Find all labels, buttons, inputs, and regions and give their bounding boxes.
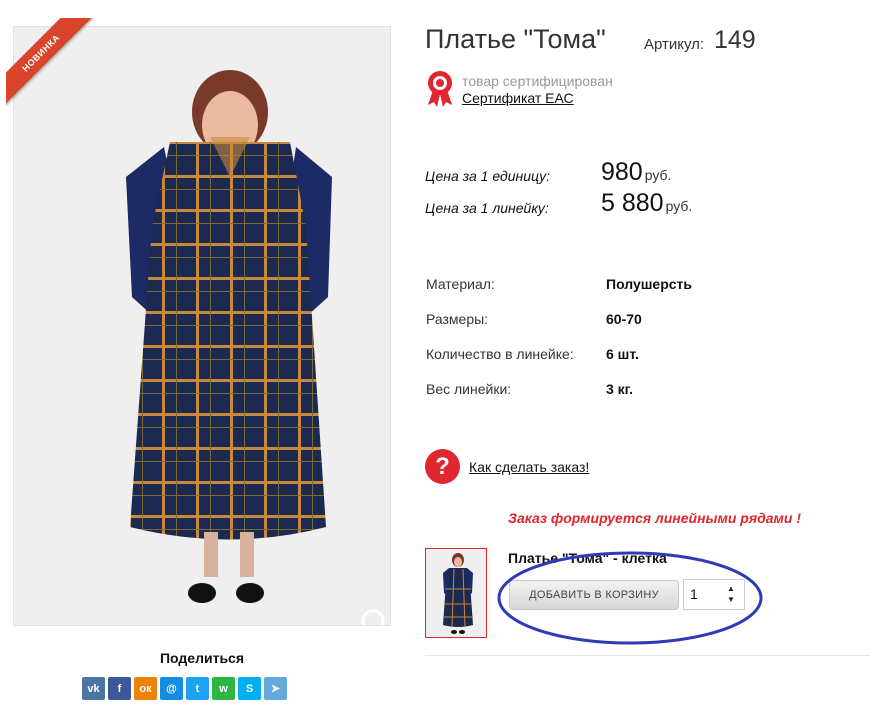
whatsapp-share-icon[interactable]: w xyxy=(212,677,235,700)
unit-price-label: Цена за 1 единицу: xyxy=(425,168,551,184)
unit-price-currency: руб. xyxy=(644,167,672,183)
line-price-amount: 5 880 xyxy=(601,189,664,217)
variant-thumbnail[interactable] xyxy=(425,548,487,638)
vk-share-icon[interactable]: vk xyxy=(82,677,105,700)
unit-price-value: 980 руб. xyxy=(601,158,671,187)
highlight-circle-annotation xyxy=(497,551,763,645)
new-badge-label: НОВИНКА xyxy=(6,18,94,106)
spec-label-sizes: Размеры: xyxy=(426,311,489,327)
spec-label-quantity: Количество в линейке: xyxy=(426,346,574,362)
spec-value-quantity: 6 шт. xyxy=(606,346,639,362)
certificate-ribbon-icon xyxy=(428,71,452,107)
odnoklassniki-share-icon[interactable]: ок xyxy=(134,677,157,700)
new-badge: НОВИНКА xyxy=(6,18,94,106)
facebook-share-icon[interactable]: f xyxy=(108,677,131,700)
line-price-label: Цена за 1 линейку: xyxy=(425,200,549,216)
certificate-link[interactable]: Сертификат ЕАС xyxy=(462,90,574,106)
share-buttons: vk f ок @ t w S ➤ xyxy=(82,677,287,700)
line-price-currency: руб. xyxy=(665,198,693,214)
section-divider xyxy=(425,655,870,656)
article-label: Артикул: xyxy=(644,36,705,53)
share-label: Поделиться xyxy=(159,650,245,666)
zoom-icon[interactable] xyxy=(359,607,391,626)
product-image xyxy=(14,27,390,625)
spec-label-material: Материал: xyxy=(426,276,495,292)
spec-label-weight: Вес линейки: xyxy=(426,381,512,397)
spec-value-weight: 3 кг. xyxy=(606,381,634,397)
product-title: Платье "Тома" xyxy=(425,24,606,54)
product-photo[interactable] xyxy=(13,26,391,626)
moimir-share-icon[interactable]: @ xyxy=(160,677,183,700)
twitter-share-icon[interactable]: t xyxy=(186,677,209,700)
question-icon[interactable]: ? xyxy=(425,449,460,484)
article-value: 149 xyxy=(714,26,756,54)
line-price-value: 5 880 руб. xyxy=(601,189,692,218)
order-note: Заказ формируется линейными рядами ! xyxy=(508,510,801,526)
unit-price-amount: 980 xyxy=(601,158,643,186)
spec-value-material: Полушерсть xyxy=(606,276,693,292)
skype-share-icon[interactable]: S xyxy=(238,677,261,700)
variant-thumbnail-image xyxy=(426,549,486,637)
spec-value-sizes: 60-70 xyxy=(606,311,642,327)
how-to-order-link[interactable]: Как сделать заказ! xyxy=(469,459,589,475)
certified-text: товар сертифицирован xyxy=(462,73,613,89)
telegram-share-icon[interactable]: ➤ xyxy=(264,677,287,700)
